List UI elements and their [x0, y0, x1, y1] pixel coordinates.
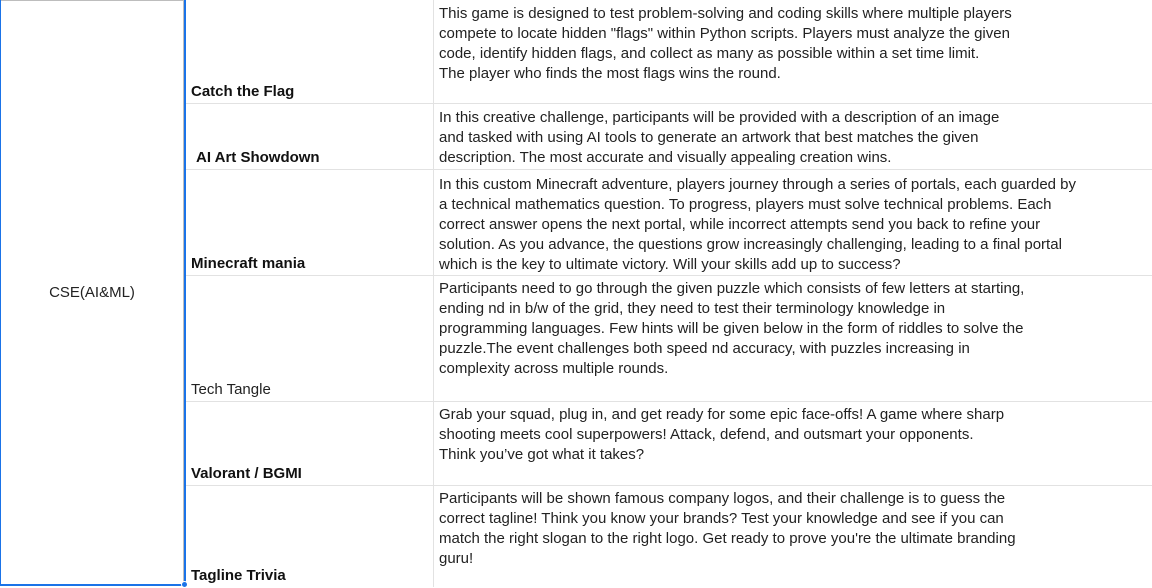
- event-name: Catch the Flag: [191, 83, 295, 100]
- table-row: Valorant / BGMI Grab your squad, plug in…: [186, 402, 1152, 486]
- table-row: AI Art Showdown In this creative challen…: [186, 104, 1152, 170]
- spreadsheet-grid: CSE(AI&ML) Catch the Flag This game is d…: [0, 0, 1152, 588]
- event-rows: Catch the Flag This game is designed to …: [186, 0, 1152, 587]
- table-row: Tech Tangle Participants need to go thro…: [186, 276, 1152, 402]
- event-name: Tech Tangle: [191, 381, 271, 398]
- event-description-cell[interactable]: Participants need to go through the give…: [434, 276, 1152, 401]
- event-name: Minecraft mania: [191, 255, 306, 272]
- event-name: Tagline Trivia: [191, 567, 286, 584]
- department-cell[interactable]: CSE(AI&ML): [0, 0, 184, 585]
- cell-selection-frame-left: [0, 0, 1, 586]
- event-name-cell[interactable]: Valorant / BGMI: [186, 402, 434, 485]
- event-name: Valorant / BGMI: [191, 465, 302, 482]
- event-description-cell[interactable]: This game is designed to test problem-so…: [434, 0, 1152, 103]
- event-description-cell[interactable]: Grab your squad, plug in, and get ready …: [434, 402, 1152, 485]
- event-description-cell[interactable]: In this creative challenge, participants…: [434, 104, 1152, 169]
- event-name-cell[interactable]: Minecraft mania: [186, 170, 434, 275]
- cell-selection-frame-bottom: [0, 584, 186, 586]
- event-name-cell[interactable]: Catch the Flag: [186, 0, 434, 103]
- table-row: Catch the Flag This game is designed to …: [186, 0, 1152, 104]
- event-name: AI Art Showdown: [196, 149, 320, 166]
- event-description-cell[interactable]: In this custom Minecraft adventure, play…: [434, 170, 1152, 275]
- department-label: CSE(AI&ML): [49, 284, 135, 301]
- event-description-cell[interactable]: Participants will be shown famous compan…: [434, 486, 1152, 587]
- event-name-cell[interactable]: AI Art Showdown: [186, 104, 434, 169]
- event-name-cell[interactable]: Tech Tangle: [186, 276, 434, 401]
- table-row: Tagline Trivia Participants will be show…: [186, 486, 1152, 587]
- table-row: Minecraft mania In this custom Minecraft…: [186, 170, 1152, 276]
- event-name-cell[interactable]: Tagline Trivia: [186, 486, 434, 587]
